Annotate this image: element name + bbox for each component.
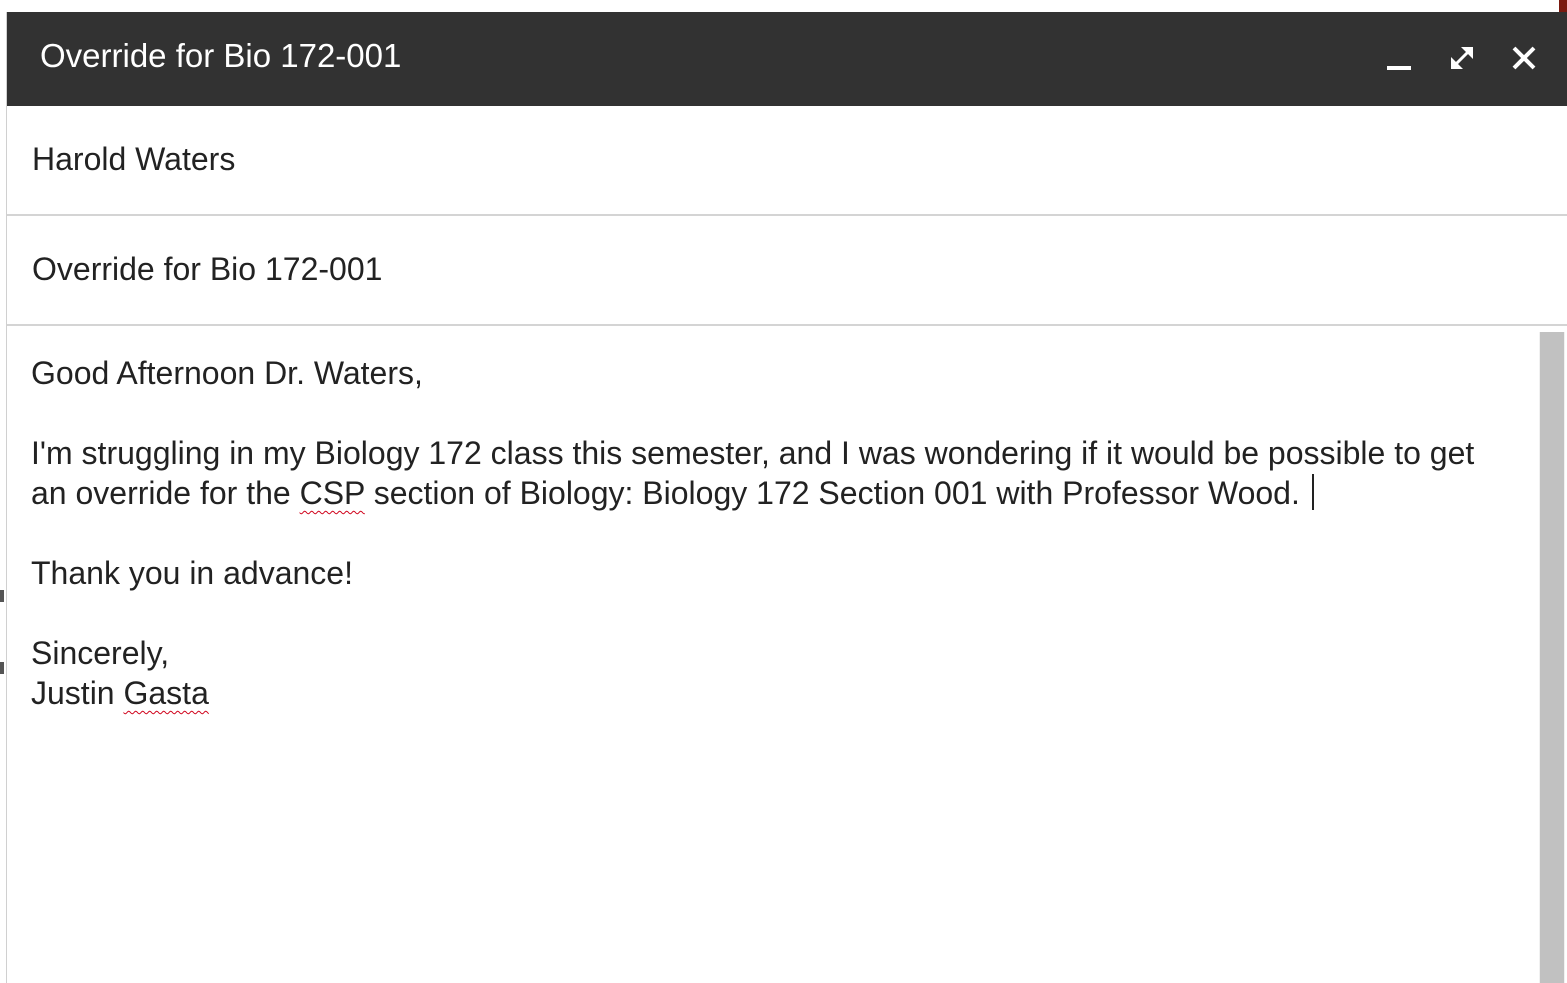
message-body-text[interactable]: Good Afternoon Dr. Waters, I'm strugglin… xyxy=(31,353,1511,713)
close-icon xyxy=(1512,46,1536,70)
scrollbar-thumb[interactable] xyxy=(1540,332,1564,983)
body-paragraph-text: section of Biology: Biology 172 Section … xyxy=(364,475,1300,511)
recipient-chip[interactable]: Harold Waters xyxy=(32,139,235,179)
spellcheck-flagged-word[interactable]: Gasta xyxy=(123,675,208,711)
body-blank-line xyxy=(31,513,1511,553)
minimize-icon xyxy=(1387,66,1411,70)
recipients-field[interactable]: Harold Waters xyxy=(7,106,1567,216)
spellcheck-flagged-word[interactable]: CSP xyxy=(300,475,365,511)
body-greeting: Good Afternoon Dr. Waters, xyxy=(31,355,423,391)
minimize-button[interactable] xyxy=(1379,38,1419,78)
expand-button[interactable] xyxy=(1442,38,1482,78)
background-window-edge xyxy=(1559,0,1567,12)
signature-first-name: Justin xyxy=(31,675,124,711)
compose-title: Override for Bio 172-001 xyxy=(40,37,402,74)
message-body-editor[interactable]: Good Afternoon Dr. Waters, I'm strugglin… xyxy=(7,326,1539,983)
body-closing: Sincerely, xyxy=(31,635,170,671)
body-thanks: Thank you in advance! xyxy=(31,555,353,591)
body-scrollbar[interactable] xyxy=(1539,332,1565,983)
body-signature: Justin Gasta xyxy=(31,673,1511,713)
body-paragraph: I'm struggling in my Biology 172 class t… xyxy=(31,433,1511,513)
subject-field[interactable]: Override for Bio 172-001 xyxy=(7,216,1567,326)
text-cursor xyxy=(1311,474,1314,510)
compose-titlebar[interactable]: Override for Bio 172-001 xyxy=(7,12,1567,106)
close-button[interactable] xyxy=(1504,38,1544,78)
compose-window: Override for Bio 172-001 Harold Waters O… xyxy=(7,12,1567,983)
body-blank-line xyxy=(31,593,1511,633)
background-text-fragment xyxy=(0,590,4,602)
expand-icon xyxy=(1451,47,1473,69)
subject-input[interactable]: Override for Bio 172-001 xyxy=(32,249,382,289)
body-blank-line xyxy=(31,393,1511,433)
background-text-fragment xyxy=(0,662,4,674)
